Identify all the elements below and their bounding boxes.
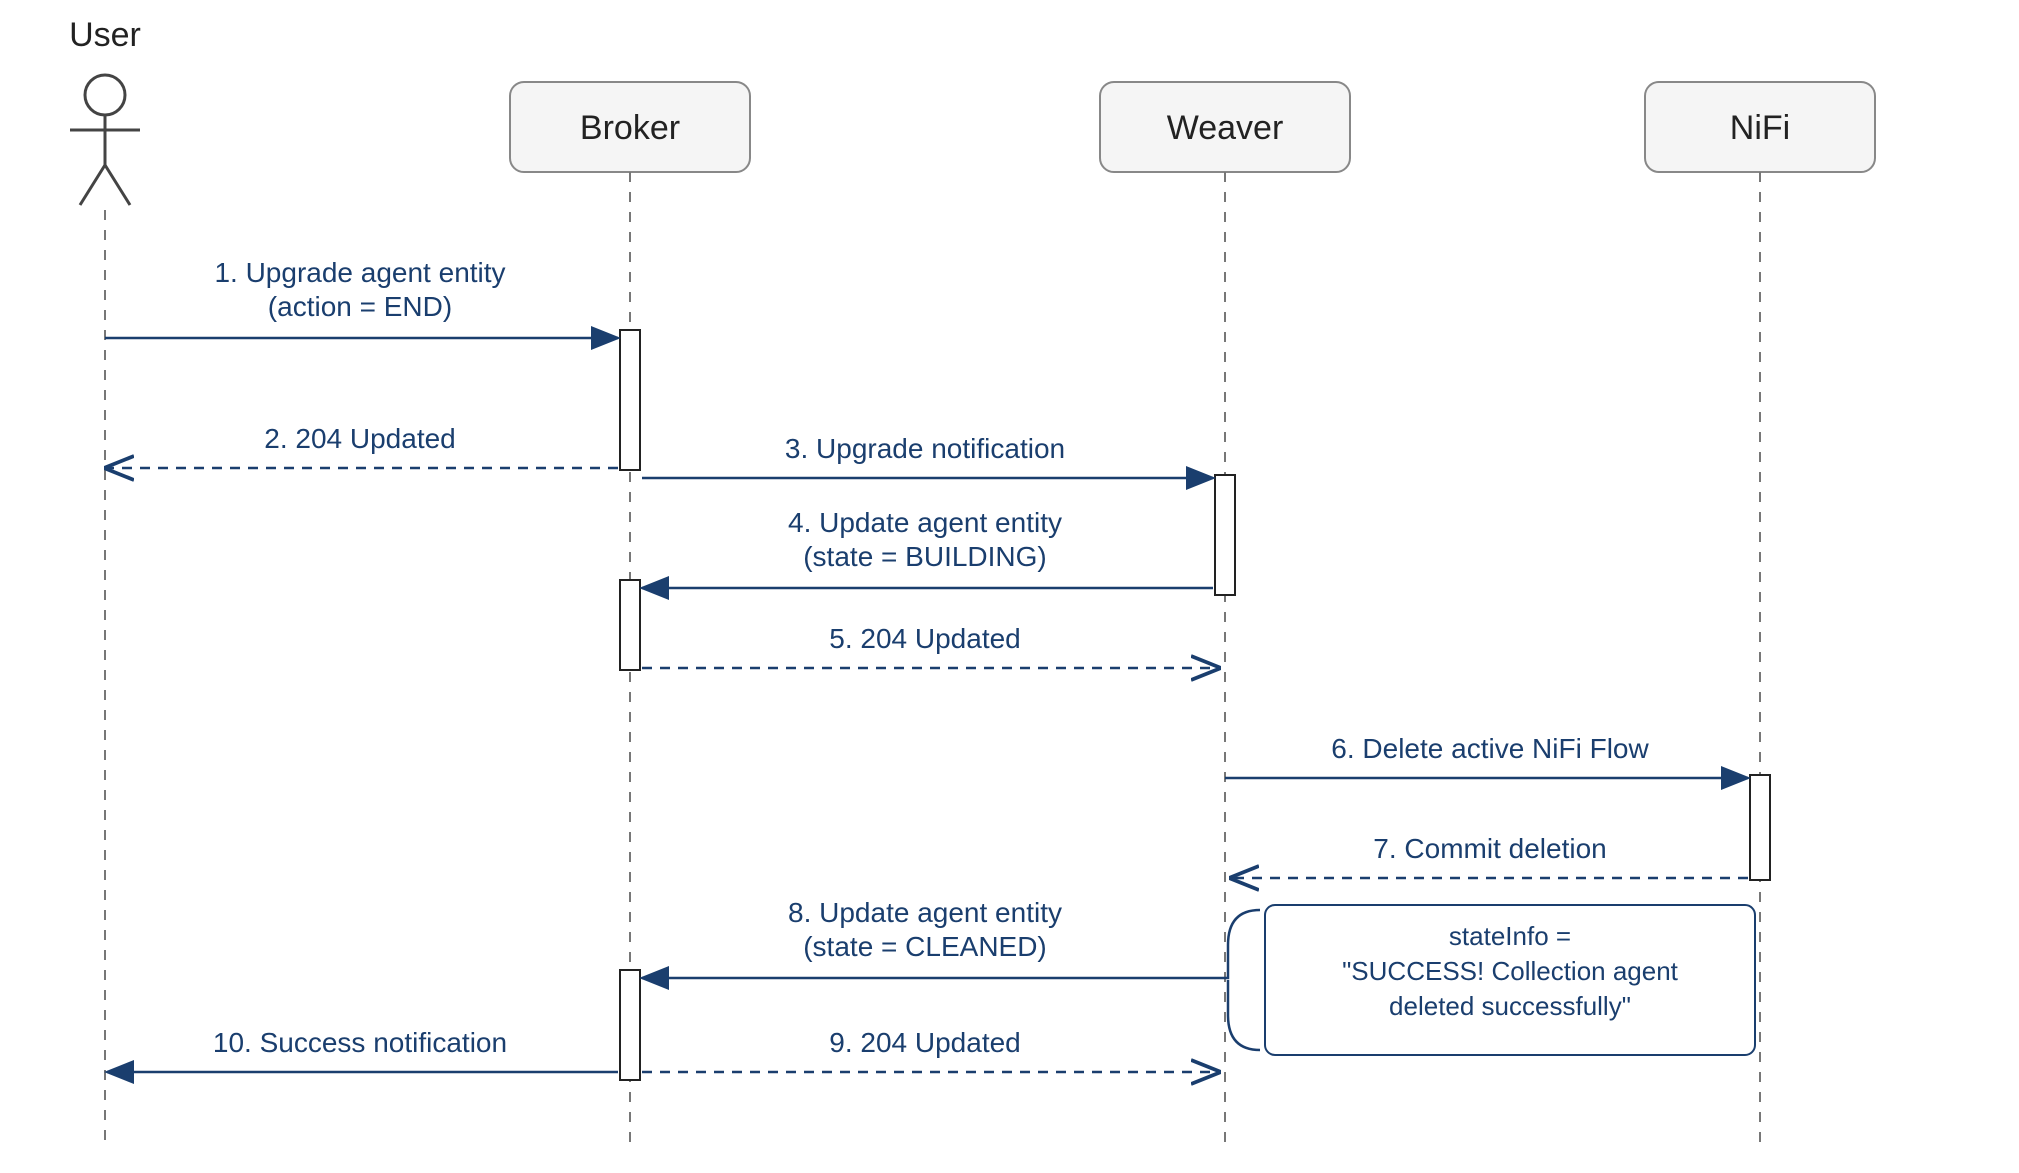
svg-text:3. Upgrade notification: 3. Upgrade notification	[785, 433, 1065, 464]
msg-9: 9. 204 Updated	[642, 1027, 1218, 1072]
svg-text:6. Delete active NiFi Flow: 6. Delete active NiFi Flow	[1331, 733, 1649, 764]
svg-text:7. Commit deletion: 7. Commit deletion	[1373, 833, 1606, 864]
svg-text:10. Success notification: 10. Success notification	[213, 1027, 507, 1058]
svg-text:deleted successfully": deleted successfully"	[1389, 991, 1631, 1021]
weaver-label: Weaver	[1167, 109, 1284, 147]
user-icon	[70, 75, 140, 205]
weaver-activation-1	[1215, 475, 1235, 595]
svg-text:(state = BUILDING): (state = BUILDING)	[803, 541, 1047, 572]
svg-text:9. 204 Updated: 9. 204 Updated	[829, 1027, 1021, 1058]
nifi-activation	[1750, 775, 1770, 880]
msg-5: 5. 204 Updated	[642, 623, 1218, 668]
sequence-diagram: User Broker Weaver NiFi 1. Upgrade agent	[0, 0, 2019, 1173]
note-stateinfo: stateInfo = "SUCCESS! Collection agent d…	[1265, 905, 1755, 1055]
msg-6: 6. Delete active NiFi Flow	[1225, 733, 1748, 778]
msg-7: 7. Commit deletion	[1232, 833, 1748, 878]
broker-activation-2	[620, 580, 640, 670]
svg-text:4. Update agent entity: 4. Update agent entity	[788, 507, 1062, 538]
svg-text:2. 204 Updated: 2. 204 Updated	[264, 423, 456, 454]
participant-user: User	[69, 16, 141, 1150]
svg-text:1. Upgrade agent entity: 1. Upgrade agent entity	[214, 257, 505, 288]
msg-10: 10. Success notification	[107, 1027, 618, 1072]
svg-text:"SUCCESS! Collection agent: "SUCCESS! Collection agent	[1342, 956, 1679, 986]
msg-2: 2. 204 Updated	[107, 423, 618, 468]
svg-text:8. Update agent entity: 8. Update agent entity	[788, 897, 1062, 928]
svg-text:(action = END): (action = END)	[268, 291, 452, 322]
svg-text:5. 204 Updated: 5. 204 Updated	[829, 623, 1021, 654]
nifi-label: NiFi	[1730, 109, 1790, 147]
msg-4: 4. Update agent entity (state = BUILDING…	[642, 507, 1213, 588]
svg-text:(state = CLEANED): (state = CLEANED)	[803, 931, 1047, 962]
broker-activation-1	[620, 330, 640, 470]
user-label: User	[69, 16, 141, 54]
broker-activation-3	[620, 970, 640, 1080]
svg-text:stateInfo =: stateInfo =	[1449, 921, 1571, 951]
msg-3: 3. Upgrade notification	[642, 433, 1213, 478]
broker-label: Broker	[580, 109, 680, 147]
msg-1: 1. Upgrade agent entity (action = END)	[105, 257, 618, 338]
